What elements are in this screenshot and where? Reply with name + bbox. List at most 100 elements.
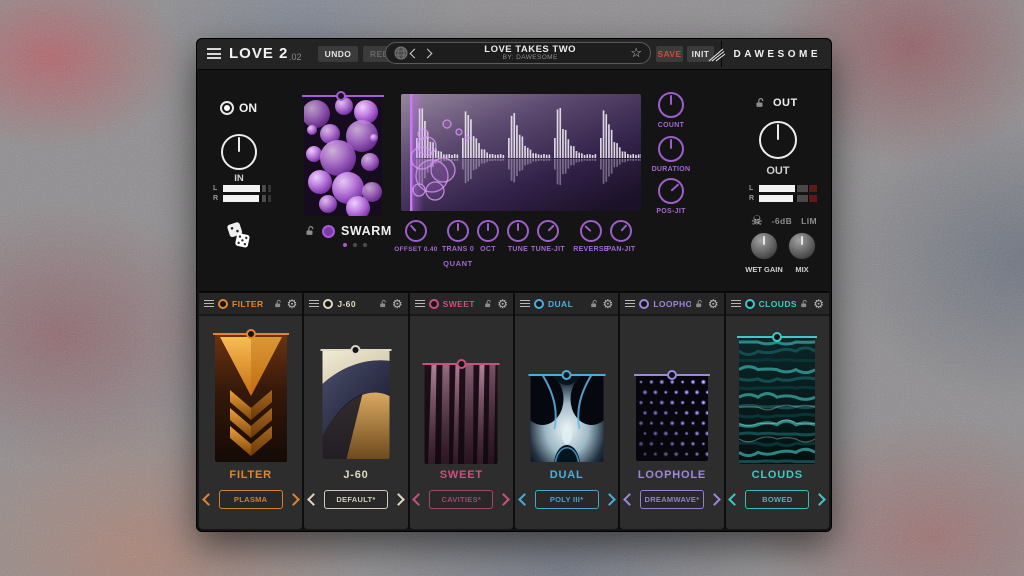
limiter-skull-icon[interactable]: ☠: [751, 213, 763, 229]
module-header-name: FILTER: [232, 299, 264, 309]
module-header-name: CLOUDS: [759, 299, 797, 309]
trans-knob[interactable]: [447, 220, 469, 242]
module-settings-icon[interactable]: ⚙: [287, 298, 298, 310]
module-menu-icon[interactable]: [309, 300, 319, 308]
dual-artwork: [530, 375, 603, 462]
power-toggle[interactable]: [220, 101, 234, 115]
module-preset-prev[interactable]: [307, 493, 320, 506]
module-settings-icon[interactable]: ⚙: [497, 298, 508, 310]
module-menu-icon[interactable]: [625, 300, 635, 308]
module-preset-box[interactable]: DEFAULT*: [324, 490, 388, 509]
pan-jit-label: PAN-JIT: [597, 246, 645, 253]
tune-knob[interactable]: [507, 220, 529, 242]
module-settings-icon[interactable]: ⚙: [603, 298, 614, 310]
dice-randomize-icon[interactable]: [225, 219, 253, 251]
module-preset-prev[interactable]: [412, 493, 425, 506]
module-lock-open-icon[interactable]: [484, 299, 493, 309]
module-title: FILTER: [199, 469, 302, 481]
oct-knob[interactable]: [477, 220, 499, 242]
module-title: SWEET: [410, 469, 513, 481]
module-preset-next[interactable]: [813, 493, 826, 506]
module-preset-box[interactable]: CAVITIES*: [429, 490, 493, 509]
offset-label: OFFSET 0.40: [389, 246, 443, 253]
swarm-page-dots[interactable]: [343, 243, 367, 247]
swarm-macro-handle[interactable]: [336, 91, 346, 101]
pan-jit-knob[interactable]: [610, 220, 632, 242]
module-menu-icon[interactable]: [520, 300, 530, 308]
filter-artwork: [215, 334, 287, 462]
duration-knob[interactable]: [658, 136, 684, 162]
module-clouds-header: CLOUDS ⚙: [726, 293, 829, 316]
module-preset-next[interactable]: [287, 493, 300, 506]
output-gain-knob[interactable]: [759, 121, 797, 159]
wet-gain-knob[interactable]: [749, 231, 779, 261]
module-lock-open-icon[interactable]: [590, 299, 599, 309]
input-meter-right: R: [213, 195, 271, 202]
module-preset-box[interactable]: POLY III*: [535, 490, 599, 509]
module-title: CLOUDS: [726, 469, 829, 481]
out-lock-open-icon[interactable]: [755, 97, 766, 109]
module-state-icon[interactable]: [429, 299, 439, 309]
module-preset-box[interactable]: DREAMWAVE*: [640, 490, 704, 509]
module-lock-open-icon[interactable]: [379, 299, 388, 309]
module-state-icon[interactable]: [218, 299, 228, 309]
module-preset-prev[interactable]: [728, 493, 741, 506]
input-gain-knob[interactable]: [221, 134, 257, 170]
module-menu-icon[interactable]: [415, 300, 425, 308]
module-macro-handle[interactable]: [246, 329, 256, 339]
module-filter-header: FILTER ⚙: [199, 293, 302, 316]
undo-button[interactable]: UNDO: [318, 46, 358, 62]
module-macro-handle[interactable]: [772, 332, 782, 342]
module-sweet: SWEET ⚙: [410, 293, 513, 529]
module-preset-prev[interactable]: [518, 493, 531, 506]
preset-browser[interactable]: LOVE TAKES TWO BY: DAWESOME ☆: [385, 42, 651, 64]
module-preset-next[interactable]: [497, 493, 510, 506]
brand-name: DAWESOME: [734, 49, 821, 60]
swarm-lock-open-icon[interactable]: [305, 225, 316, 237]
reverse-knob[interactable]: [580, 220, 602, 242]
app-title: LOVE 2: [229, 45, 288, 62]
module-state-icon[interactable]: [639, 299, 649, 309]
count-knob[interactable]: [658, 92, 684, 118]
limiter-label[interactable]: LIM: [801, 216, 817, 226]
module-preset-next[interactable]: [708, 493, 721, 506]
main-menu-icon[interactable]: [207, 48, 221, 59]
module-settings-icon[interactable]: ⚙: [708, 298, 719, 310]
module-lock-open-icon[interactable]: [274, 299, 283, 309]
module-preset-next[interactable]: [603, 493, 616, 506]
module-state-icon[interactable]: [323, 299, 333, 309]
fx-rack: FILTER ⚙: [199, 291, 829, 529]
module-menu-icon[interactable]: [731, 300, 741, 308]
plugin-window: LOVE 2 .02 UNDO REDO LOVE TAKES TWO BY: …: [196, 38, 832, 532]
module-title: J-60: [304, 469, 407, 481]
module-state-icon[interactable]: [534, 299, 544, 309]
module-preset-box[interactable]: PLASMA: [219, 490, 283, 509]
offset-knob[interactable]: [405, 220, 427, 242]
mix-knob[interactable]: [787, 231, 817, 261]
module-preset-next[interactable]: [392, 493, 405, 506]
pos-jit-knob[interactable]: [658, 178, 684, 204]
module-preset-prev[interactable]: [202, 493, 215, 506]
favorite-star-icon[interactable]: ☆: [630, 45, 642, 61]
module-macro-handle[interactable]: [351, 345, 361, 355]
tune-jit-knob[interactable]: [537, 220, 559, 242]
preset-next-icon[interactable]: [423, 48, 433, 58]
module-menu-icon[interactable]: [204, 300, 214, 308]
module-preset-prev[interactable]: [623, 493, 636, 506]
module-macro-handle[interactable]: [562, 370, 572, 380]
output-meter-left: L: [749, 185, 817, 192]
module-settings-icon[interactable]: ⚙: [392, 298, 403, 310]
module-state-icon[interactable]: [745, 299, 755, 309]
swarm-source-icon[interactable]: [322, 225, 335, 238]
module-macro-handle[interactable]: [456, 359, 466, 369]
module-preset-box[interactable]: BOWED: [745, 490, 809, 509]
limiter-threshold[interactable]: -6dB: [772, 216, 793, 226]
preset-prev-icon[interactable]: [410, 48, 420, 58]
pos-jit-label: POS-JIT: [641, 208, 701, 215]
module-lock-open-icon[interactable]: [695, 299, 704, 309]
preset-globe-icon[interactable]: [394, 46, 408, 60]
module-macro-handle[interactable]: [667, 370, 677, 380]
save-button[interactable]: SAVE: [656, 46, 683, 62]
module-settings-icon[interactable]: ⚙: [813, 298, 824, 310]
module-lock-open-icon[interactable]: [800, 299, 809, 309]
